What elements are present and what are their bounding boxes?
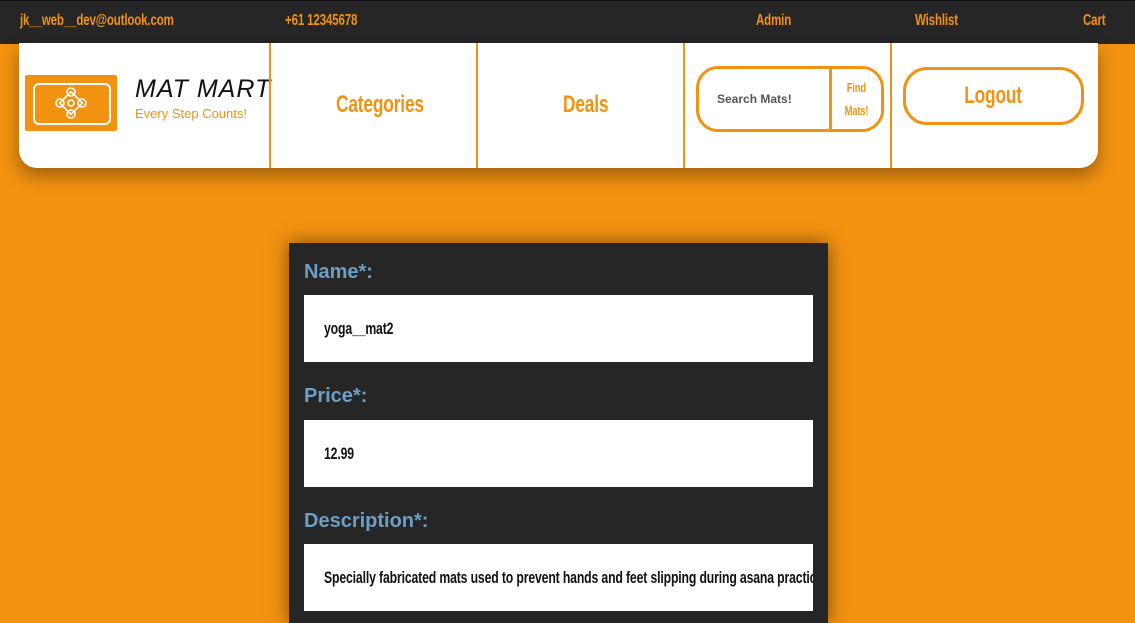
- cart-text: Cart: [1083, 12, 1106, 29]
- wishlist-link[interactable]: Wishlist: [915, 12, 975, 30]
- deals-link[interactable]: Deals: [563, 91, 626, 119]
- cart-link[interactable]: Cart: [1083, 12, 1114, 30]
- categories-link[interactable]: Categories: [336, 91, 458, 119]
- lotus-icon: [55, 87, 87, 119]
- price-label: Price*:: [304, 385, 368, 407]
- search-input[interactable]: [699, 69, 829, 129]
- description-field[interactable]: Specially fabricated mats used to preven…: [304, 544, 813, 611]
- main-nav: MAT MART Every Step Counts! Categories D…: [19, 43, 1098, 168]
- name-label: Name*:: [304, 261, 373, 283]
- phone-text: +61 12345678: [285, 12, 358, 29]
- price-value: 12.99: [324, 444, 354, 463]
- name-field[interactable]: yoga__mat2: [304, 295, 813, 362]
- description-label: Description*:: [304, 510, 429, 532]
- admin-text: Admin: [756, 12, 792, 29]
- find-mats-line2: Mats!: [844, 103, 869, 118]
- product-form: Name*: yoga__mat2 Price*: 12.99 Descript…: [289, 243, 828, 623]
- phone-link[interactable]: +61 12345678: [285, 12, 385, 30]
- wishlist-text: Wishlist: [915, 12, 958, 29]
- email-link[interactable]: jk__web__dev@outlook.com: [20, 12, 234, 30]
- admin-link[interactable]: Admin: [756, 12, 805, 30]
- categories-label: Categories: [336, 91, 424, 118]
- nav-divider: [890, 43, 892, 168]
- top-bar: jk__web__dev@outlook.com +61 12345678 Ad…: [0, 0, 1135, 44]
- brand-tagline: Every Step Counts!: [135, 106, 247, 121]
- brand-title: MAT MART: [135, 75, 272, 103]
- search-form: Find Mats!: [696, 66, 884, 132]
- price-field[interactable]: 12.99: [304, 420, 813, 487]
- nav-divider: [476, 43, 478, 168]
- logout-button[interactable]: Logout: [903, 67, 1084, 125]
- nav-divider: [269, 43, 271, 168]
- nav-divider: [683, 43, 685, 168]
- logout-label: Logout: [964, 82, 1023, 109]
- find-mats-button[interactable]: Find Mats!: [832, 69, 881, 129]
- description-value: Specially fabricated mats used to preven…: [324, 568, 813, 587]
- find-mats-line1: Find: [846, 80, 867, 95]
- logo[interactable]: [25, 75, 117, 131]
- deals-label: Deals: [563, 91, 609, 118]
- email-text: jk__web__dev@outlook.com: [20, 12, 174, 29]
- name-value: yoga__mat2: [324, 319, 394, 338]
